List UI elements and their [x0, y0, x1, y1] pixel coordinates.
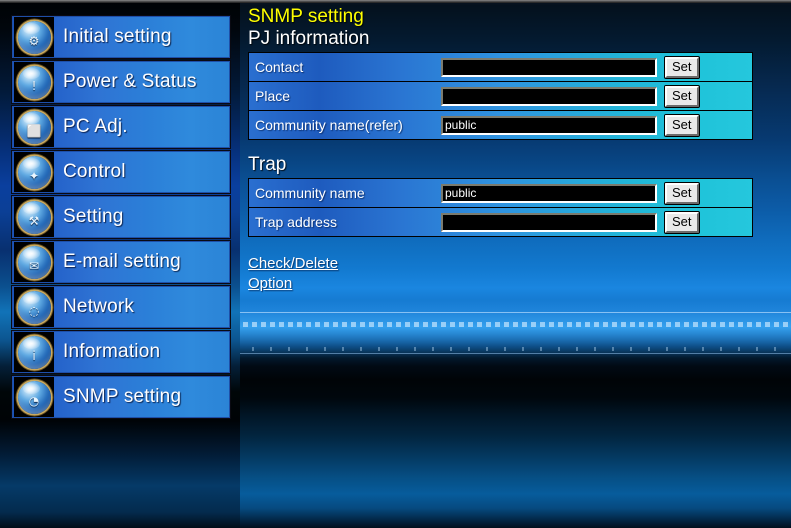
pc-adjust-icon: ⬜	[14, 107, 54, 147]
sidebar-item-pc-adj[interactable]: ⬜ PC Adj.	[11, 105, 231, 149]
setting-icon-glyph: ⚒	[28, 214, 40, 229]
window-top-frame	[0, 0, 791, 3]
settings-row: Contact Set	[249, 53, 752, 82]
section-heading: PJ information	[248, 28, 370, 49]
sidebar-item-label: Control	[63, 161, 126, 182]
sidebar-item-e-mail-setting[interactable]: ✉ E-mail setting	[11, 240, 231, 284]
information-icon: i	[14, 332, 54, 372]
pc-adjust-icon-orb: ⬜	[17, 110, 51, 144]
settings-row: Community name Set	[249, 179, 752, 208]
settings-table: Community name Set Trap address Set	[248, 178, 753, 237]
contact-input[interactable]	[441, 57, 657, 77]
information-icon-orb: i	[17, 335, 51, 369]
sidebar-item-network[interactable]: ◌ Network	[11, 285, 231, 329]
initial-setting-icon-orb: ⚙	[17, 20, 51, 54]
power-status-icon-orb: !	[17, 65, 51, 99]
page-title: SNMP setting	[248, 6, 364, 27]
network-icon-glyph: ◌	[28, 304, 40, 319]
email-icon: ✉	[14, 242, 54, 282]
link-option[interactable]: Option	[248, 274, 292, 294]
row-label: Community name(refer)	[255, 117, 403, 133]
section-heading: Trap	[248, 154, 287, 175]
sidebar-item-snmp-setting[interactable]: ◔ SNMP setting	[11, 375, 231, 419]
initial-setting-icon-glyph: ⚙	[28, 34, 40, 49]
sidebar-item-power-status[interactable]: ! Power & Status	[11, 60, 231, 104]
settings-row: Place Set	[249, 82, 752, 111]
sidebar-item-label: E-mail setting	[63, 251, 181, 272]
snmp-setting-icon-glyph: ◔	[28, 394, 40, 409]
set-button[interactable]: Set	[665, 85, 699, 107]
setting-icon: ⚒	[14, 197, 54, 237]
projector-web-control-page: ⚙ Initial setting! Power & Status ⬜ PC Adj. ✦…	[0, 0, 791, 528]
row-label: Trap address	[255, 214, 337, 230]
settings-row: Trap address Set	[249, 208, 752, 237]
initial-setting-icon: ⚙	[14, 17, 54, 57]
power-status-icon-glyph: !	[31, 79, 37, 94]
main-content: SNMP setting PJ information Contact Set Pla…	[248, 6, 783, 294]
trap-address-input[interactable]	[441, 212, 657, 232]
set-button[interactable]: Set	[665, 182, 699, 204]
sidebar-item-label: Initial setting	[63, 26, 172, 47]
row-label: Contact	[255, 59, 304, 75]
action-links: Check/Delete Option	[248, 254, 783, 294]
settings-sections: PJ information Contact Set Place Set Communit…	[248, 28, 783, 237]
snmp-setting-icon: ◔	[14, 377, 54, 417]
sidebar-item-label: Information	[63, 341, 161, 362]
set-button[interactable]: Set	[665, 56, 699, 78]
sidebar-item-label: Setting	[63, 206, 124, 227]
information-icon-glyph: i	[32, 349, 36, 364]
community-name-input[interactable]	[441, 183, 657, 203]
sidebar-item-setting[interactable]: ⚒ Setting	[11, 195, 231, 239]
network-icon: ◌	[14, 287, 54, 327]
control-icon-glyph: ✦	[28, 169, 40, 184]
row-label: Community name	[255, 185, 365, 201]
set-button[interactable]: Set	[665, 114, 699, 136]
network-icon-orb: ◌	[17, 290, 51, 324]
email-icon-glyph: ✉	[28, 259, 40, 274]
set-button[interactable]: Set	[665, 211, 699, 233]
sidebar-item-control[interactable]: ✦ Control	[11, 150, 231, 194]
sidebar-item-label: SNMP setting	[63, 386, 182, 407]
settings-table: Contact Set Place Set Community name(refer) S…	[248, 52, 753, 140]
setting-icon-orb: ⚒	[17, 200, 51, 234]
control-icon: ✦	[14, 152, 54, 192]
email-icon-orb: ✉	[17, 245, 51, 279]
pc-adjust-icon-glyph: ⬜	[26, 124, 42, 139]
sidebar-item-initial-setting[interactable]: ⚙ Initial setting	[11, 15, 231, 59]
place-input[interactable]	[441, 86, 657, 106]
settings-row: Community name(refer) Set	[249, 111, 752, 140]
sidebar-item-information[interactable]: i Information	[11, 330, 231, 374]
control-icon-orb: ✦	[17, 155, 51, 189]
sidebar-item-label: PC Adj.	[63, 116, 128, 137]
sidebar-item-label: Power & Status	[63, 71, 197, 92]
snmp-setting-icon-orb: ◔	[17, 380, 51, 414]
link-check-delete[interactable]: Check/Delete	[248, 254, 338, 274]
sidebar-item-label: Network	[63, 296, 135, 317]
main-navigation-menu: ⚙ Initial setting! Power & Status ⬜ PC Adj. ✦…	[11, 15, 231, 420]
community-name-refer-input[interactable]	[441, 115, 657, 135]
row-label: Place	[255, 88, 291, 104]
power-status-icon: !	[14, 62, 54, 102]
